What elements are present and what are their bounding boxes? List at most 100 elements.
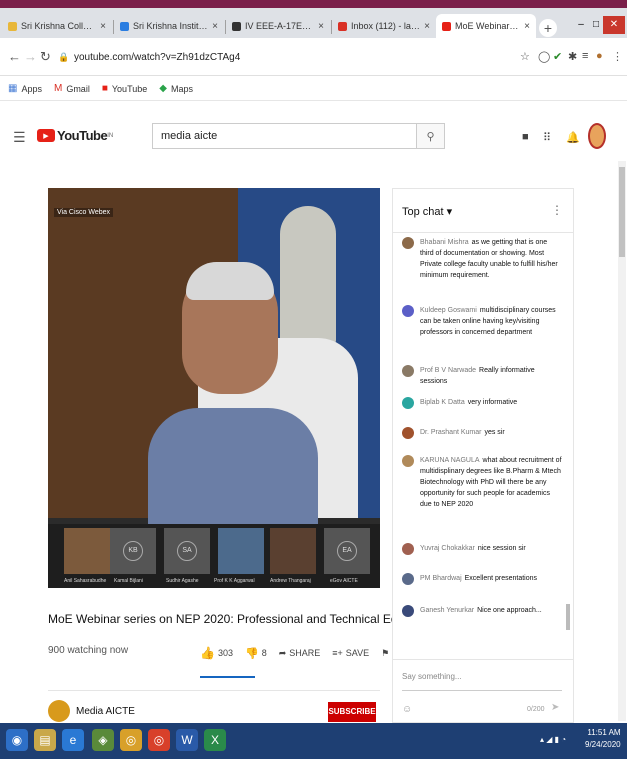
puzzle-extension-icon[interactable]: ✱ — [568, 50, 577, 63]
participant-strip: KB SA EA Anil Sahasrabudhe Kamal Bijlani… — [48, 524, 380, 588]
divider — [48, 690, 380, 691]
tab-course-sheet[interactable]: IV EEE-A-17EE325-OS-20-21 Ev × — [226, 14, 330, 38]
chat-menu-icon[interactable]: ⋮ — [551, 203, 563, 217]
chat-message: Kuldeep Goswami multidisciplinary courses… — [402, 305, 562, 338]
start-button-icon[interactable]: ◉ — [6, 729, 28, 751]
like-ratio-bar — [200, 676, 255, 678]
lock-icon: 🔒 — [58, 51, 70, 62]
video-speaker-body — [148, 408, 318, 528]
search-button[interactable]: ⚲ — [417, 123, 445, 149]
browser-menu-icon[interactable]: ⋮ — [612, 50, 623, 63]
tab-sri-krishna-college[interactable]: Sri Krishna College of Technolo × — [2, 14, 112, 38]
window-close-icon[interactable]: ✕ — [603, 16, 625, 34]
account-avatar[interactable] — [588, 123, 606, 149]
share-button[interactable]: ➦ SHARE — [279, 648, 321, 659]
reload-icon[interactable]: ↻ — [40, 49, 51, 65]
forward-icon[interactable]: → — [24, 49, 37, 64]
tab-gmail-inbox[interactable]: Inbox (112) - lakshmik@skct.ed × — [332, 14, 436, 38]
chat-avatar — [402, 455, 414, 467]
thumbs-down-icon: 👎 — [244, 647, 259, 660]
subscribe-button[interactable]: SUBSCRIBE — [328, 702, 376, 722]
bookmark-apps[interactable]: ▦ Apps — [8, 83, 42, 94]
channel-logo[interactable] — [48, 700, 70, 722]
chat-input[interactable]: Say something... — [402, 672, 462, 681]
close-icon[interactable]: × — [424, 21, 430, 32]
excel-icon[interactable]: X — [204, 729, 226, 751]
apps-icon[interactable]: ⠿ — [543, 131, 551, 144]
checkmark-extension-icon[interactable]: ✔ — [553, 50, 562, 63]
extension-circle-icon[interactable]: ◯ — [538, 50, 550, 63]
watching-count: 900 watching now — [48, 645, 129, 656]
chat-message: Biplab K Datta very informative — [402, 397, 562, 409]
file-explorer-icon[interactable]: ▤ — [34, 729, 56, 751]
search-input[interactable]: media aicte — [152, 123, 417, 149]
page-scrollbar-thumb[interactable] — [619, 167, 625, 257]
chat-mode-dropdown[interactable]: Top chat ▾ — [402, 205, 452, 218]
chrome-icon[interactable]: ◎ — [120, 729, 142, 751]
tab-sri-krishna-institutions[interactable]: Sri Krishna Institutions × — [114, 14, 224, 38]
close-icon[interactable]: × — [100, 21, 106, 32]
chat-avatar — [402, 365, 414, 377]
close-icon[interactable]: × — [212, 21, 218, 32]
tab-youtube-webinar[interactable]: MoE Webinar series on NE × — [436, 14, 536, 38]
bookmark-maps[interactable]: ◆ Maps — [159, 83, 193, 94]
participant-name: Anil Sahasrabudhe — [64, 578, 107, 584]
chat-avatar — [402, 543, 414, 555]
apps-grid-icon: ▦ — [8, 83, 18, 94]
system-tray-icons[interactable]: ▴ ◢ ▮ ◔ — [540, 735, 566, 744]
chat-message: Ganesh Yenurkar Nice one approach... — [402, 605, 562, 617]
report-button[interactable]: ⚑ — [381, 648, 389, 659]
minimize-icon[interactable]: – — [573, 16, 589, 34]
participant-tile: KB — [110, 528, 156, 574]
play-icon: ▶ — [37, 129, 55, 142]
system-clock[interactable]: 11:51 AM 9/24/2020 — [585, 727, 621, 751]
back-icon[interactable]: ← — [8, 49, 21, 64]
participant-tile — [64, 528, 110, 574]
chat-avatar — [402, 427, 414, 439]
like-button[interactable]: 👍 303 — [200, 646, 233, 660]
create-video-icon[interactable]: ■ — [522, 131, 529, 143]
hamburger-menu-icon[interactable]: ☰ — [13, 129, 26, 146]
save-button[interactable]: ≡+ SAVE — [332, 648, 369, 658]
chat-avatar — [402, 573, 414, 585]
channel-name[interactable]: Media AICTE — [76, 706, 135, 717]
participant-tile — [218, 528, 264, 574]
bookmarks-bar: ▦ Apps M Gmail ■ YouTube ◆ Maps — [0, 77, 627, 101]
youtube-logo[interactable]: ▶ YouTube IN — [37, 128, 113, 143]
url-field[interactable]: 🔒 youtube.com/watch?v=Zh91dzCTAg4 — [58, 46, 513, 68]
thumbs-up-icon: 👍 — [200, 646, 215, 660]
chat-message: PM Bhardwaj Excellent presentations — [402, 573, 562, 585]
participant-name: eGov AICTE — [330, 578, 358, 584]
emoji-icon[interactable]: ☺ — [402, 704, 412, 715]
chat-message: KARUNA NAGULA what about recruitment of m… — [402, 455, 562, 510]
maximize-icon[interactable]: □ — [589, 16, 603, 34]
institution-favicon-icon — [120, 21, 129, 31]
video-player[interactable]: Via Cisco Webex KB SA EA Anil Sahasrabud… — [48, 188, 380, 588]
bookmark-gmail[interactable]: M Gmail — [54, 83, 90, 94]
chat-input-area: Say something... ☺ 0/200 ➤ — [393, 659, 573, 724]
page-scrollbar[interactable] — [618, 161, 626, 721]
profile-icon[interactable]: ● — [596, 50, 603, 62]
new-tab-button[interactable]: + — [539, 19, 557, 37]
participant-name: Kamal Bijlani — [114, 578, 143, 584]
participant-tile: EA — [324, 528, 370, 574]
chrome-profile-icon[interactable]: ◎ — [148, 729, 170, 751]
chat-input-underline — [402, 690, 562, 691]
dislike-button[interactable]: 👎 8 — [245, 647, 267, 660]
send-icon[interactable]: ➤ — [551, 702, 559, 713]
internet-explorer-icon[interactable]: e — [62, 729, 84, 751]
word-icon[interactable]: W — [176, 729, 198, 751]
youtube-favicon-icon — [442, 21, 451, 31]
reading-list-icon[interactable]: ≡ — [582, 50, 588, 62]
bookmark-star-icon[interactable]: ☆ — [520, 50, 530, 63]
gmail-favicon-icon — [338, 21, 347, 31]
video-title: MoE Webinar series on NEP 2020: Professi… — [48, 612, 437, 626]
chat-scrollbar[interactable] — [566, 604, 570, 630]
chat-message: Prof B V Narwade Really informative sessi… — [402, 365, 562, 387]
close-icon[interactable]: × — [524, 21, 530, 32]
bookmark-youtube[interactable]: ■ YouTube — [102, 83, 147, 94]
close-icon[interactable]: × — [318, 21, 324, 32]
media-player-icon[interactable]: ◈ — [92, 729, 114, 751]
chat-avatar — [402, 397, 414, 409]
notifications-bell-icon[interactable]: 🔔 — [566, 131, 580, 144]
